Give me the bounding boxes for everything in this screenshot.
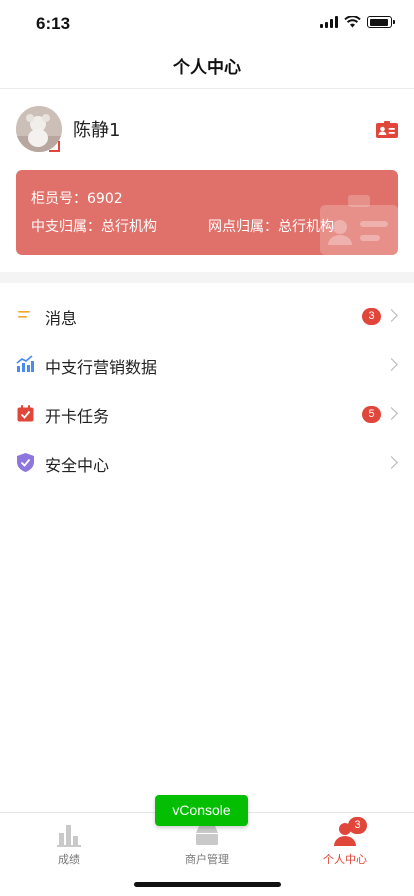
user-name: 陈静1 (73, 120, 121, 141)
message-icon (16, 306, 34, 324)
branch-affiliation: 中支归属：总行机构 (31, 219, 157, 235)
chevron-right-icon (385, 358, 398, 371)
chevron-right-icon (385, 407, 398, 420)
tab-label: 成绩 (58, 853, 80, 866)
menu-label: 开卡任务 (45, 407, 110, 426)
menu-item-messages[interactable]: 消息 3 (0, 292, 414, 341)
tab-personal-center[interactable]: 3 个人中心 (276, 817, 414, 867)
task-count-badge: 5 (362, 406, 381, 423)
wifi-icon (344, 16, 361, 28)
calendar-check-icon (16, 404, 34, 422)
id-card-watermark-icon (320, 195, 398, 255)
menu-label: 安全中心 (45, 456, 110, 475)
chevron-right-icon (385, 309, 398, 322)
menu-label: 中支行营销数据 (45, 358, 158, 377)
unread-badge: 3 (362, 308, 381, 325)
tab-label: 商户管理 (185, 853, 229, 866)
teller-id: 柜员号：6902 (31, 191, 123, 207)
status-icons (320, 16, 395, 28)
id-card-icon[interactable] (376, 121, 398, 138)
battery-level (369, 18, 388, 26)
status-bar: 6:13 (0, 0, 414, 44)
tab-label: 个人中心 (323, 853, 367, 866)
menu-label: 消息 (45, 309, 78, 328)
stats-icon (16, 355, 34, 373)
shield-check-icon (16, 452, 34, 472)
home-indicator (134, 882, 281, 887)
signal-icon (320, 16, 338, 28)
section-gap (0, 272, 414, 283)
tab-scores[interactable]: 成绩 (0, 817, 138, 867)
bar-chart-icon (57, 825, 81, 847)
menu-item-marketing-data[interactable]: 中支行营销数据 (0, 341, 414, 390)
menu-list: 消息 3 中支行营销数据 开卡任务 5 安全中心 (0, 292, 414, 488)
status-time: 6:13 (36, 14, 71, 33)
chevron-right-icon (385, 456, 398, 469)
notification-badge: 3 (348, 817, 367, 834)
vconsole-button[interactable]: vConsole (155, 795, 248, 826)
nav-divider (0, 88, 414, 89)
outlet-affiliation: 网点归属：总行机构 (208, 219, 334, 235)
page-title: 个人中心 (173, 58, 241, 78)
teller-info-card: 柜员号：6902 中支归属：总行机构 网点归属：总行机构 (16, 170, 398, 255)
battery-icon (367, 16, 395, 28)
menu-item-card-tasks[interactable]: 开卡任务 5 (0, 390, 414, 439)
menu-item-security-center[interactable]: 安全中心 (0, 439, 414, 488)
avatar-corner-mark (49, 141, 60, 152)
